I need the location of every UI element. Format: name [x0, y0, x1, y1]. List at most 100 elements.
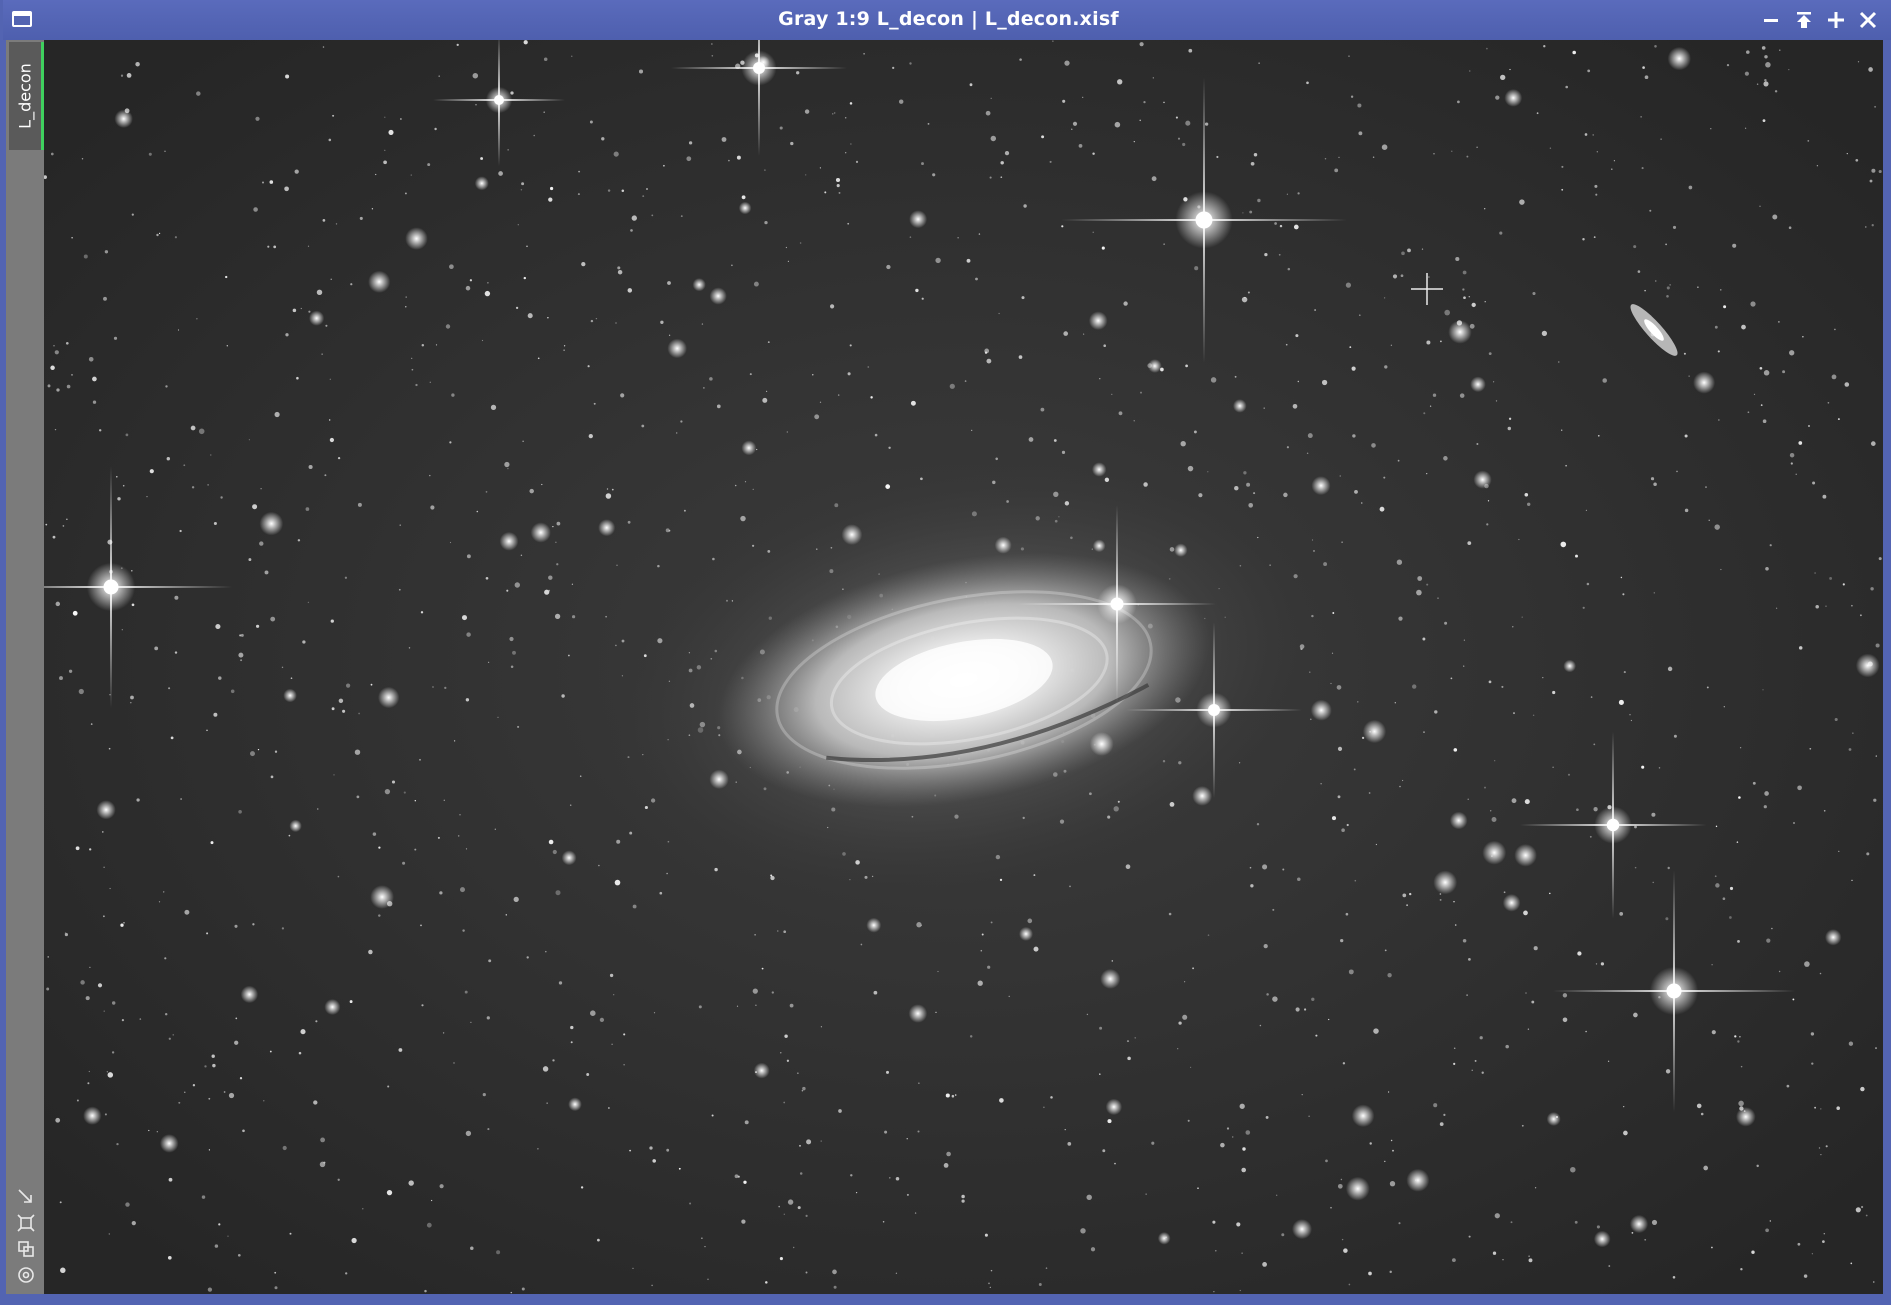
star — [1102, 1149, 1106, 1153]
star — [1512, 626, 1514, 628]
star — [990, 97, 992, 99]
star — [103, 915, 105, 918]
star — [1402, 893, 1407, 898]
minimize-icon[interactable] — [1760, 9, 1782, 31]
star — [1313, 550, 1315, 552]
star — [783, 1213, 785, 1215]
star — [1868, 67, 1873, 72]
medium-star — [1311, 476, 1331, 496]
star — [437, 836, 440, 839]
title-bar[interactable]: Gray 1:9 L_decon | L_decon.xisf — [3, 0, 1891, 40]
shade-icon[interactable] — [1793, 9, 1815, 31]
star — [1590, 696, 1593, 698]
star — [1406, 904, 1409, 907]
star — [510, 91, 514, 95]
star — [1607, 1060, 1610, 1062]
star — [988, 1282, 990, 1285]
star — [1432, 393, 1437, 397]
star — [657, 564, 660, 568]
medium-star — [1482, 840, 1507, 865]
star — [1596, 1225, 1600, 1229]
star — [1737, 940, 1740, 943]
star — [587, 365, 590, 368]
star — [362, 1208, 364, 1210]
star — [1331, 652, 1334, 654]
star — [1575, 554, 1578, 558]
star — [1711, 964, 1713, 966]
star — [1753, 393, 1756, 396]
star — [1451, 150, 1453, 152]
star — [1215, 1249, 1217, 1252]
star — [158, 901, 161, 903]
star — [1703, 1165, 1709, 1171]
star — [819, 167, 822, 169]
medium-star — [1433, 870, 1458, 895]
star — [1133, 140, 1135, 143]
star — [801, 1089, 804, 1092]
star — [274, 411, 280, 418]
star — [111, 1051, 115, 1054]
star — [577, 193, 580, 196]
star — [329, 419, 331, 421]
star — [351, 1237, 357, 1244]
fit-view-icon[interactable] — [16, 1187, 36, 1207]
star — [1720, 289, 1722, 291]
star — [1061, 450, 1066, 454]
star — [510, 665, 514, 669]
star — [59, 676, 63, 681]
medium-star — [474, 176, 489, 191]
star — [1457, 100, 1460, 104]
star — [1629, 713, 1631, 716]
clone-view-icon[interactable] — [16, 1239, 36, 1259]
star — [104, 1113, 107, 1116]
star — [1455, 256, 1460, 262]
star — [1476, 146, 1478, 148]
star — [87, 1082, 90, 1085]
view-tab[interactable]: L_decon — [9, 42, 44, 150]
medium-star — [841, 524, 863, 545]
star — [424, 1289, 427, 1293]
star — [805, 174, 807, 176]
star — [307, 601, 310, 604]
star — [1311, 997, 1315, 1001]
star — [313, 1100, 318, 1105]
star — [1053, 439, 1057, 442]
star — [651, 214, 654, 217]
star — [916, 922, 922, 928]
star — [1855, 158, 1859, 162]
star — [1500, 74, 1506, 81]
star — [686, 156, 692, 162]
star — [1593, 743, 1596, 746]
image-canvas[interactable] — [44, 40, 1883, 1294]
star — [1293, 224, 1299, 230]
star — [1633, 1012, 1638, 1018]
plus-icon[interactable] — [1825, 9, 1847, 31]
star — [345, 1272, 348, 1275]
star — [242, 1129, 245, 1133]
star — [426, 1222, 432, 1228]
star — [337, 1178, 340, 1181]
star — [1433, 1103, 1438, 1108]
medium-star — [1157, 1232, 1171, 1245]
star — [131, 569, 133, 572]
star — [779, 126, 783, 130]
star — [855, 160, 859, 163]
star — [688, 141, 693, 145]
star — [88, 356, 94, 362]
star — [324, 474, 327, 477]
star — [1210, 377, 1217, 383]
medium-star — [1089, 732, 1114, 756]
star — [886, 1070, 889, 1074]
star — [308, 464, 313, 470]
star — [330, 278, 332, 280]
target-icon[interactable] — [16, 1265, 36, 1285]
star — [66, 518, 68, 520]
star — [1090, 1247, 1096, 1252]
star — [734, 484, 737, 487]
star — [799, 242, 802, 244]
star — [1242, 1147, 1246, 1151]
star — [1586, 582, 1590, 586]
star — [1669, 284, 1671, 286]
close-icon[interactable] — [1857, 9, 1879, 31]
zoom-box-icon[interactable] — [16, 1213, 36, 1233]
